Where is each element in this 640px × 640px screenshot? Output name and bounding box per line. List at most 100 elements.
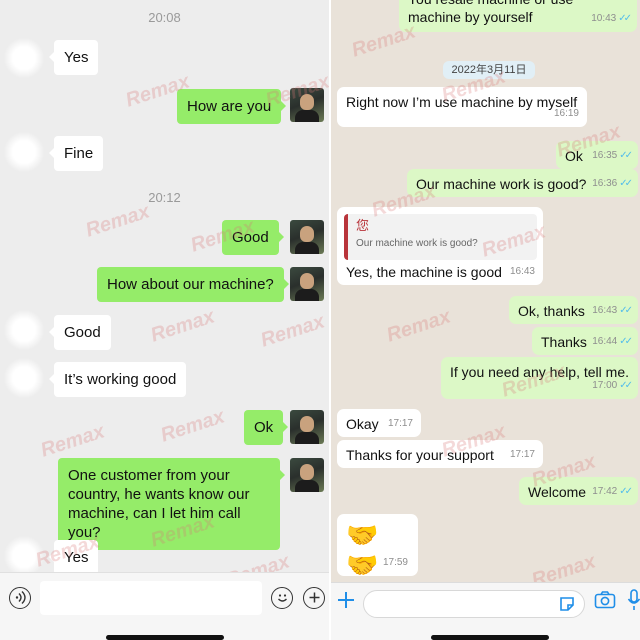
microphone-icon[interactable] [627, 589, 640, 611]
voice-icon[interactable] [9, 587, 31, 609]
watermark: Remax [158, 405, 228, 447]
plus-icon[interactable] [335, 589, 357, 611]
message-text: Thanks [541, 334, 587, 350]
message-time: 17:42 [592, 486, 618, 497]
message-bubble-incoming[interactable]: Thanks for your support 17:17 [337, 440, 543, 468]
message-meta: 16:44 ✓✓ [592, 333, 633, 351]
message-text: Ok [254, 419, 274, 436]
message-bubble-incoming[interactable]: Yes [48, 40, 99, 75]
message-text: Our machine work is good? [416, 176, 587, 192]
user-avatar[interactable] [290, 220, 324, 254]
home-indicator [106, 635, 224, 640]
handshake-emoji: 🤝🤝 [346, 520, 379, 580]
user-avatar[interactable] [290, 267, 324, 301]
message-bubble-incoming-reply[interactable]: 您 Our machine work is good? Yes, the mac… [337, 207, 543, 285]
message-text: It’s working good [64, 371, 177, 388]
timestamp-separator: 20:08 [148, 10, 181, 25]
read-receipt-icon: ✓✓ [619, 486, 633, 497]
message-meta: 16:35 ✓✓ [592, 147, 633, 165]
user-avatar[interactable] [290, 88, 324, 122]
timestamp-separator: 20:12 [148, 190, 181, 205]
message-bubble-incoming[interactable]: Okay 17:17 [337, 409, 421, 437]
message-text: Welcome [528, 484, 587, 500]
message-bubble-incoming[interactable]: Yes [48, 540, 99, 575]
watermark: Remax [148, 305, 218, 347]
message-text: How are you [187, 98, 272, 115]
message-bubble-incoming[interactable]: 🤝🤝 17:59 [337, 514, 418, 580]
whatsapp-chat-pane: You resale machine or use machine by you… [331, 0, 640, 640]
watermark: Remax [83, 200, 153, 242]
message-bubble-outgoing[interactable]: How about our machine? [97, 267, 289, 302]
quoted-sender: 您 [356, 218, 370, 233]
message-bubble-outgoing[interactable]: Welcome 17:42 ✓✓ [519, 477, 638, 505]
message-bubble-outgoing[interactable]: Ok 16:35 ✓✓ [556, 141, 638, 169]
message-time: 17:17 [509, 449, 535, 460]
watermark: Remax [258, 310, 328, 352]
contact-avatar [4, 536, 44, 576]
message-bubble-incoming[interactable]: Good [49, 315, 111, 350]
watermark: Remax [38, 420, 108, 462]
message-text: Ok [565, 148, 583, 164]
message-bubble-outgoing[interactable]: How are you [177, 89, 287, 124]
contact-avatar [4, 310, 44, 350]
read-receipt-icon: ✓✓ [619, 305, 633, 316]
message-bubble-incoming[interactable]: It’s working good [48, 362, 187, 397]
read-receipt-icon: ✓✓ [619, 178, 633, 189]
read-receipt-icon: ✓✓ [619, 380, 633, 391]
read-receipt-icon: ✓✓ [619, 336, 633, 347]
message-text: Fine [64, 145, 94, 162]
message-time: 16:44 [592, 336, 618, 347]
watermark: Remax [384, 305, 454, 347]
quoted-message[interactable]: 您 Our machine work is good? [344, 214, 537, 260]
message-time: 10:43 [591, 13, 617, 24]
message-text: Good [64, 324, 101, 341]
message-text: Ok, thanks [518, 303, 585, 319]
quoted-text: Our machine work is good? [356, 238, 478, 249]
sticker-icon[interactable] [558, 595, 576, 613]
message-time: 17:00 [592, 380, 618, 391]
message-time: 16:43 [592, 305, 618, 316]
home-indicator [431, 635, 549, 640]
message-bubble-incoming[interactable]: Right now I’m use machine by myself 16:1… [337, 87, 587, 127]
message-time: 16:35 [592, 150, 618, 161]
user-avatar[interactable] [290, 458, 324, 492]
message-bubble-outgoing[interactable]: You resale machine or use machine by you… [399, 0, 637, 32]
plus-icon[interactable] [303, 587, 325, 609]
message-text: Good [232, 229, 269, 246]
message-input[interactable] [363, 590, 585, 618]
contact-avatar [4, 358, 44, 398]
message-text: You resale machine or use machine by you… [408, 0, 573, 25]
message-bubble-outgoing[interactable]: Ok [244, 410, 289, 445]
message-bubble-outgoing[interactable]: Ok, thanks 16:43 ✓✓ [509, 296, 638, 324]
message-meta: 17:00 ✓✓ [592, 377, 633, 395]
message-input-bar [331, 582, 640, 640]
message-text: How about our machine? [107, 276, 274, 293]
message-bubble-outgoing[interactable]: If you need any help, tell me. 17:00 ✓✓ [441, 357, 638, 399]
message-input-bar [0, 572, 329, 640]
message-bubble-incoming[interactable]: Fine [48, 136, 104, 171]
contact-avatar [4, 38, 44, 78]
message-meta: 10:43 ✓✓ [591, 10, 632, 28]
message-bubble-outgoing[interactable]: Good [222, 220, 284, 255]
message-bubble-outgoing[interactable]: Thanks 16:44 ✓✓ [532, 327, 638, 355]
contact-avatar [4, 132, 44, 172]
message-bubble-outgoing[interactable]: One customer from your country, he wants… [58, 458, 285, 550]
emoji-icon[interactable] [271, 587, 293, 609]
camera-icon[interactable] [594, 590, 616, 610]
message-bubble-outgoing[interactable]: Our machine work is good? 16:36 ✓✓ [407, 169, 638, 197]
message-time: 16:36 [592, 178, 618, 189]
message-text: Right now I’m use machine by myself [346, 94, 578, 110]
message-time: 17:59 [382, 557, 408, 568]
message-meta: 16:36 ✓✓ [592, 175, 633, 193]
message-time: 16:19 [553, 108, 579, 119]
user-avatar[interactable] [290, 410, 324, 444]
date-separator: 2022年3月11日 [443, 61, 535, 79]
message-time: 16:43 [509, 266, 535, 277]
read-receipt-icon: ✓✓ [619, 150, 633, 161]
message-meta: 16:43 ✓✓ [592, 302, 633, 320]
message-text: One customer from your country, he wants… [68, 467, 250, 541]
message-text: Thanks for your support [346, 447, 494, 463]
message-input[interactable] [40, 581, 262, 615]
message-time: 17:17 [387, 418, 413, 429]
message-text: Yes [64, 49, 89, 66]
